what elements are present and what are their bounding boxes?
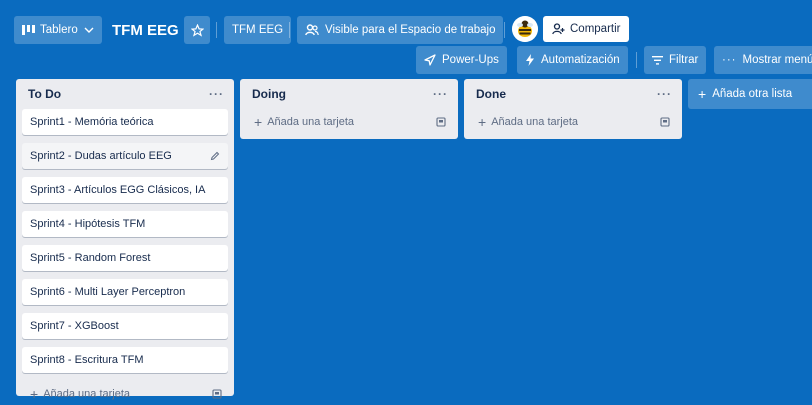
filter-label: Filtrar: [669, 54, 699, 66]
avatar-bee-icon: [512, 16, 538, 42]
board-page: Tablero TFM EEG TFM EEG Visible para el …: [0, 0, 812, 405]
card-title: Sprint2 - Dudas artículo EEG: [30, 150, 172, 162]
card-title: Sprint8 - Escritura TFM: [30, 354, 144, 366]
plus-icon: +: [698, 86, 707, 102]
more-dots-icon: ···: [722, 54, 737, 66]
card-title: Sprint5 - Random Forest: [30, 252, 151, 264]
edit-pencil-icon[interactable]: [210, 151, 220, 161]
people-icon: [305, 24, 319, 36]
list-title[interactable]: Done: [476, 87, 506, 101]
filter-button[interactable]: Filtrar: [644, 46, 707, 74]
share-button[interactable]: Compartir: [543, 16, 630, 42]
card-item[interactable]: Sprint3 - Artículos EGG Clásicos, IA: [22, 177, 228, 203]
star-button[interactable]: [184, 16, 210, 44]
automation-button[interactable]: Automatización: [517, 46, 628, 74]
card-item[interactable]: Sprint5 - Random Forest: [22, 245, 228, 271]
card-title: Sprint1 - Memória teórica: [30, 116, 154, 128]
add-member-icon: [552, 23, 565, 35]
add-card-label: Añada una tarjeta: [491, 116, 579, 128]
powerups-label: Power-Ups: [442, 54, 499, 66]
lightning-icon: [526, 54, 534, 66]
list-done: Done ··· + Añada una tarjeta: [464, 79, 682, 139]
card-template-icon[interactable]: [660, 117, 670, 127]
list-header[interactable]: To Do ···: [16, 79, 234, 109]
plus-icon: +: [254, 114, 263, 130]
chevron-down-icon: [84, 27, 94, 33]
card-item[interactable]: Sprint7 - XGBoost: [22, 313, 228, 339]
header-divider: [216, 22, 217, 38]
card-template-icon[interactable]: [436, 117, 446, 127]
list-menu-icon[interactable]: ···: [433, 87, 448, 101]
card-title: Sprint4 - Hipótesis TFM: [30, 218, 146, 230]
board-title[interactable]: TFM EEG: [106, 16, 185, 44]
rocket-icon: [424, 54, 436, 66]
card-item[interactable]: Sprint6 - Multi Layer Perceptron: [22, 279, 228, 305]
add-list-button[interactable]: + Añada otra lista: [688, 79, 812, 109]
star-icon: [190, 23, 204, 37]
add-list-label: Añada otra lista: [712, 88, 793, 100]
header-divider: [289, 22, 290, 38]
add-card-button[interactable]: + Añada una tarjeta: [470, 109, 676, 135]
list-title[interactable]: To Do: [28, 87, 61, 101]
header-divider: [504, 22, 505, 38]
add-card-button[interactable]: + Añada una tarjeta: [246, 109, 452, 135]
list-doing: Doing ··· + Añada una tarjeta: [240, 79, 458, 139]
add-card-label: Añada una tarjeta: [43, 388, 131, 400]
board-switcher-label: Tablero: [40, 24, 78, 36]
card-template-icon[interactable]: [212, 389, 222, 399]
add-card-label: Añada una tarjeta: [267, 116, 355, 128]
powerups-button[interactable]: Power-Ups: [416, 46, 507, 74]
list-header[interactable]: Done ···: [464, 79, 682, 109]
show-menu-label: Mostrar menú: [742, 54, 812, 66]
card-item[interactable]: Sprint8 - Escritura TFM: [22, 347, 228, 373]
automation-label: Automatización: [541, 54, 620, 66]
list-header[interactable]: Doing ···: [240, 79, 458, 109]
show-menu-button[interactable]: ··· Mostrar menú: [714, 46, 812, 74]
card-item[interactable]: Sprint1 - Memória teórica: [22, 109, 228, 135]
card-item[interactable]: Sprint4 - Hipótesis TFM: [22, 211, 228, 237]
visibility-label: Visible para el Espacio de trabajo: [325, 24, 496, 36]
filter-icon: [652, 55, 663, 65]
list-todo: To Do ··· Sprint1 - Memória teórica Spri…: [16, 79, 234, 401]
toolbar-divider: [636, 52, 637, 68]
workspace-button[interactable]: TFM EEG: [224, 16, 292, 44]
board-switcher-button[interactable]: Tablero: [14, 16, 102, 44]
share-label: Compartir: [570, 23, 621, 35]
board-icon: [22, 25, 35, 35]
list-menu-icon[interactable]: ···: [209, 87, 224, 101]
visibility-button[interactable]: Visible para el Espacio de trabajo: [297, 16, 504, 44]
add-card-button[interactable]: + Añada una tarjeta: [22, 381, 228, 405]
member-avatar[interactable]: [512, 16, 538, 42]
card-title: Sprint3 - Artículos EGG Clásicos, IA: [30, 184, 206, 196]
plus-icon: +: [478, 114, 487, 130]
list-menu-icon[interactable]: ···: [657, 87, 672, 101]
card-item[interactable]: Sprint2 - Dudas artículo EEG: [22, 143, 228, 169]
card-title: Sprint7 - XGBoost: [30, 320, 119, 332]
plus-icon: +: [30, 386, 39, 402]
list-title[interactable]: Doing: [252, 87, 286, 101]
card-title: Sprint6 - Multi Layer Perceptron: [30, 286, 186, 298]
